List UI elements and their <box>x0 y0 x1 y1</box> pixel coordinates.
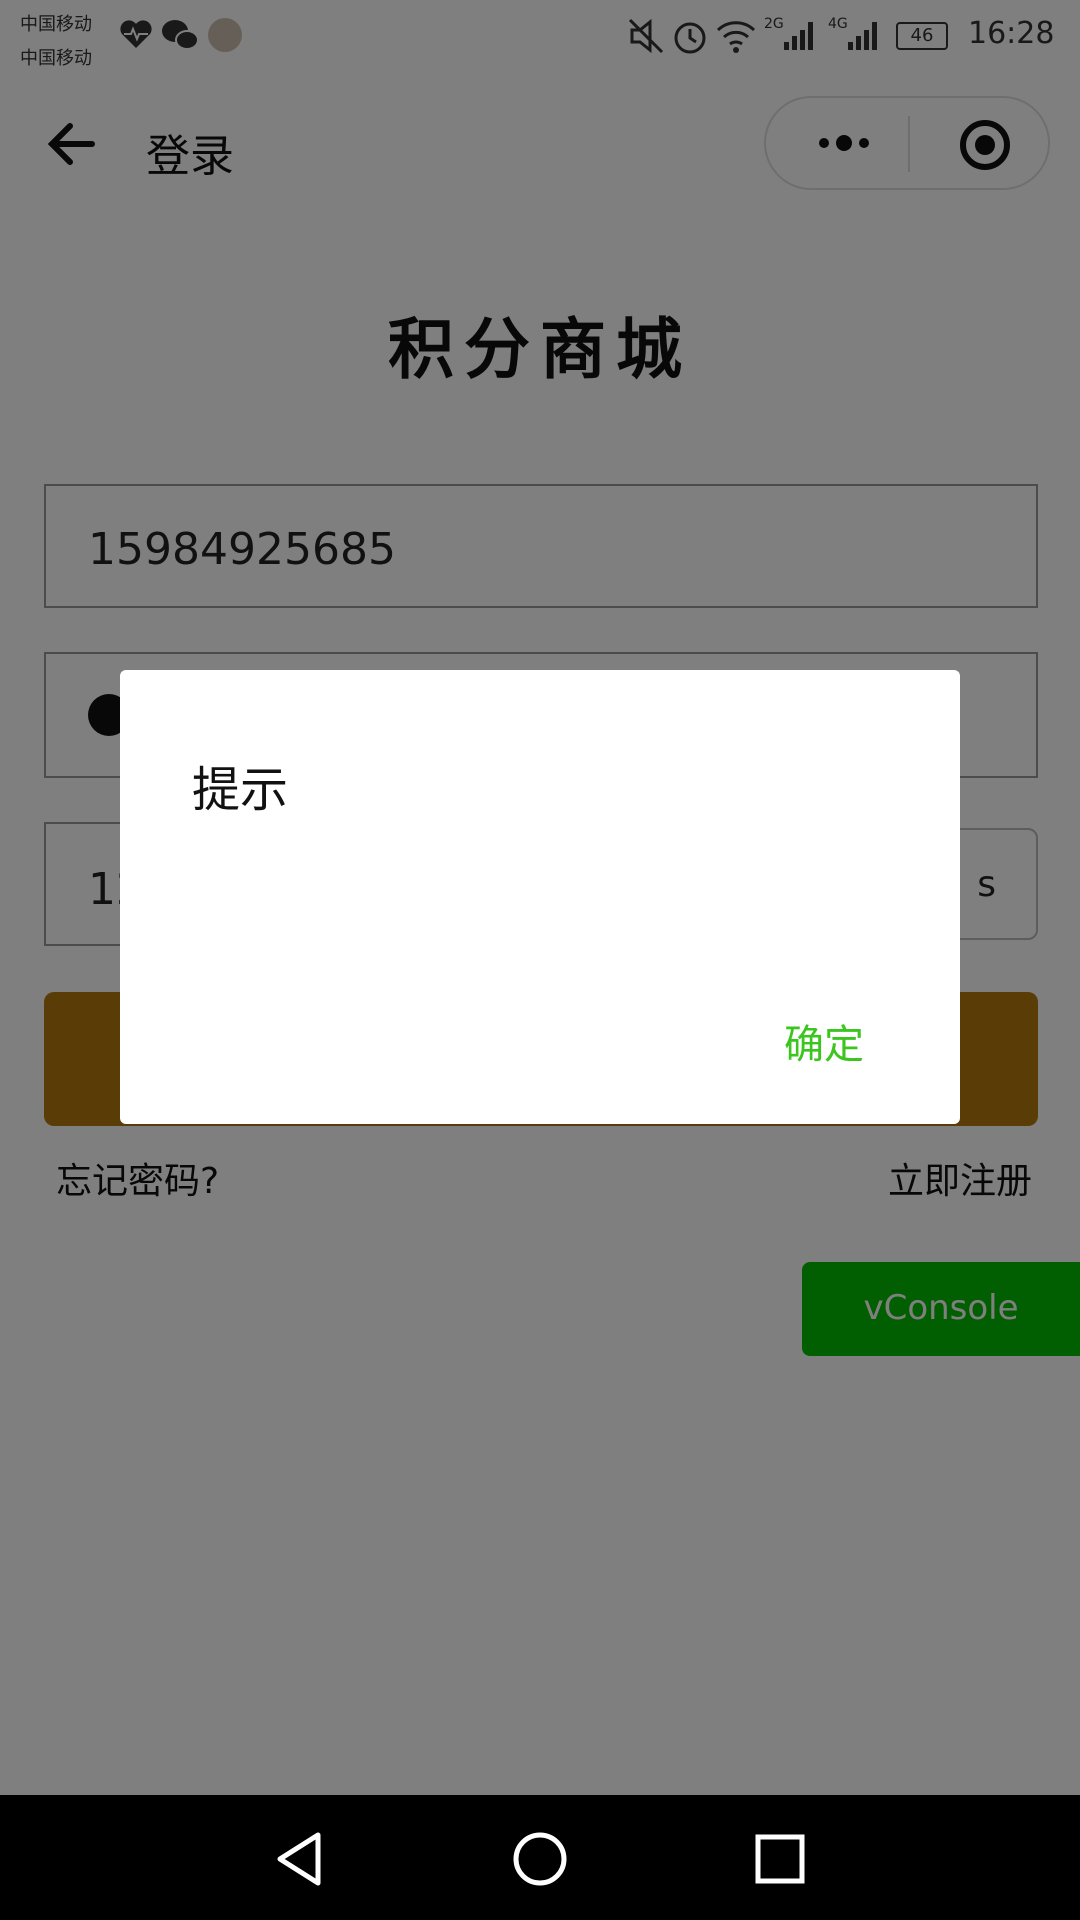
nav-home-icon[interactable] <box>508 1827 572 1891</box>
system-nav-bar <box>0 1795 1080 1920</box>
dialog-title: 提示 <box>192 762 289 818</box>
alert-dialog: 提示 确定 <box>120 670 960 1124</box>
confirm-button[interactable]: 确定 <box>784 1012 864 1070</box>
nav-back-icon[interactable] <box>268 1827 332 1891</box>
nav-recents-icon[interactable] <box>748 1827 812 1891</box>
